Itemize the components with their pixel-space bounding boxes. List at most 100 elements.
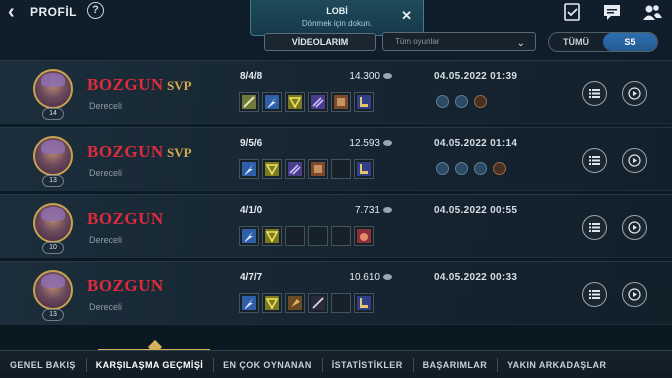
sword-item-icon bbox=[242, 95, 256, 109]
replay-button[interactable] bbox=[622, 81, 647, 106]
match-details-button[interactable] bbox=[582, 215, 607, 240]
game-filter-value: Tüm oyunlar bbox=[395, 37, 440, 46]
spell-icon bbox=[455, 162, 468, 175]
season-toggle[interactable]: TÜMÜ S5 bbox=[548, 32, 658, 52]
close-icon[interactable]: ✕ bbox=[401, 8, 412, 24]
boots-item-icon bbox=[357, 162, 371, 176]
boots-item-icon bbox=[357, 296, 371, 310]
lobby-subtitle: Dönmek için dokun. bbox=[301, 19, 373, 28]
axe-item-icon bbox=[288, 296, 302, 310]
spell-icon bbox=[436, 95, 449, 108]
item-slot bbox=[308, 92, 328, 112]
lightning-item-icon bbox=[265, 95, 279, 109]
triangle-item-icon bbox=[265, 229, 279, 243]
item-slot-empty bbox=[331, 293, 351, 313]
bottom-nav: GENEL BAKIŞ KARŞILAŞMA GEÇMİŞİ EN ÇOK OY… bbox=[0, 350, 672, 378]
item-slot bbox=[354, 159, 374, 179]
play-icon bbox=[628, 221, 641, 234]
chat-icon[interactable] bbox=[602, 3, 622, 21]
spell-icon bbox=[474, 162, 487, 175]
item-slot bbox=[354, 92, 374, 112]
item-slot bbox=[239, 293, 259, 313]
claw-item-icon bbox=[288, 162, 302, 176]
item-slots bbox=[239, 92, 374, 112]
boots-item-icon bbox=[357, 95, 371, 109]
season-s5-tab[interactable]: S5 bbox=[603, 33, 657, 51]
tab-achievements[interactable]: BAŞARIMLAR bbox=[412, 357, 498, 372]
triangle-item-icon bbox=[265, 296, 279, 310]
my-videos-button[interactable]: VİDEOLARIM bbox=[264, 33, 376, 51]
tab-most-played[interactable]: EN ÇOK OYNANAN bbox=[213, 357, 322, 372]
kda-score: 9/5/6 bbox=[240, 138, 263, 149]
hero-level: 13 bbox=[42, 175, 64, 187]
spell-icon bbox=[474, 95, 487, 108]
item-slot bbox=[285, 159, 305, 179]
coin-icon bbox=[383, 140, 392, 147]
spell-icons bbox=[436, 162, 506, 175]
spell-icon bbox=[493, 162, 506, 175]
item-slot bbox=[331, 92, 351, 112]
item-slot bbox=[239, 92, 259, 112]
svp-badge: SVP bbox=[167, 78, 192, 93]
match-mode: Dereceli bbox=[89, 302, 123, 312]
replay-button[interactable] bbox=[622, 148, 647, 173]
match-row[interactable]: 13 BOZGUN Dereceli 4/7/7 10.610 04.05.20… bbox=[0, 261, 672, 325]
item-slot-empty bbox=[331, 226, 351, 246]
play-icon bbox=[628, 288, 641, 301]
match-details-button[interactable] bbox=[582, 148, 607, 173]
gold-amount: 10.610 bbox=[336, 272, 392, 283]
item-slot bbox=[239, 226, 259, 246]
tab-statistics[interactable]: İSTATİSTİKLER bbox=[321, 357, 413, 372]
gold-value: 14.300 bbox=[349, 71, 380, 82]
item-slot bbox=[239, 159, 259, 179]
season-all-tab[interactable]: TÜMÜ bbox=[549, 33, 603, 51]
tab-close-friends[interactable]: YAKIN ARKADAŞLAR bbox=[497, 357, 616, 372]
tab-overview[interactable]: GENEL BAKIŞ bbox=[0, 360, 86, 370]
item-slot bbox=[285, 293, 305, 313]
list-icon bbox=[589, 89, 600, 98]
match-date: 04.05.2022 01:14 bbox=[434, 138, 518, 149]
hero-avatar bbox=[33, 203, 73, 243]
item-slot bbox=[354, 293, 374, 313]
match-details-button[interactable] bbox=[582, 282, 607, 307]
match-row[interactable]: 10 BOZGUN Dereceli 4/1/0 7.731 04.05.202… bbox=[0, 194, 672, 258]
match-mode: Dereceli bbox=[89, 235, 123, 245]
player-name: BOZGUN bbox=[87, 276, 164, 295]
player-name: BOZGUN bbox=[87, 142, 164, 161]
hero-avatar bbox=[33, 69, 73, 109]
checklist-icon[interactable] bbox=[562, 3, 582, 21]
match-mode: Dereceli bbox=[89, 101, 123, 111]
replay-button[interactable] bbox=[622, 282, 647, 307]
match-date: 04.05.2022 00:55 bbox=[434, 205, 518, 216]
lobby-banner[interactable]: LOBİ Dönmek için dokun. ✕ bbox=[250, 0, 424, 36]
claw-item-icon bbox=[311, 95, 325, 109]
tab-match-history[interactable]: KARŞILAŞMA GEÇMİŞİ bbox=[85, 357, 213, 372]
list-icon bbox=[589, 156, 600, 165]
item-slots bbox=[239, 159, 374, 179]
item-slot bbox=[354, 226, 374, 246]
spell-icon bbox=[455, 95, 468, 108]
game-filter-dropdown[interactable]: Tüm oyunlar ⌄ bbox=[382, 32, 536, 51]
item-slots bbox=[239, 293, 374, 313]
help-icon[interactable]: ? bbox=[87, 2, 104, 19]
match-row[interactable]: 14 BOZGUN SVP Dereceli 8/4/8 14.300 04.0… bbox=[0, 60, 672, 124]
gold-value: 7.731 bbox=[354, 205, 380, 216]
kda-score: 4/1/0 bbox=[240, 205, 263, 216]
match-row[interactable]: 13 BOZGUN SVP Dereceli 9/5/6 12.593 04.0… bbox=[0, 127, 672, 191]
item-slots bbox=[239, 226, 374, 246]
blade-item-icon bbox=[311, 296, 325, 310]
triangle-item-icon bbox=[288, 95, 302, 109]
match-details-button[interactable] bbox=[582, 81, 607, 106]
armor-item-icon bbox=[311, 162, 325, 176]
gold-amount: 14.300 bbox=[336, 71, 392, 82]
friends-icon[interactable] bbox=[642, 3, 662, 21]
replay-button[interactable] bbox=[622, 215, 647, 240]
hero-level: 14 bbox=[42, 108, 64, 120]
hero-avatar bbox=[33, 270, 73, 310]
kda-score: 8/4/8 bbox=[240, 71, 263, 82]
list-icon bbox=[589, 223, 600, 232]
play-icon bbox=[628, 154, 641, 167]
coin-icon bbox=[383, 73, 392, 80]
back-button[interactable]: ‹ PROFİL bbox=[8, 2, 77, 22]
gold-amount: 12.593 bbox=[336, 138, 392, 149]
